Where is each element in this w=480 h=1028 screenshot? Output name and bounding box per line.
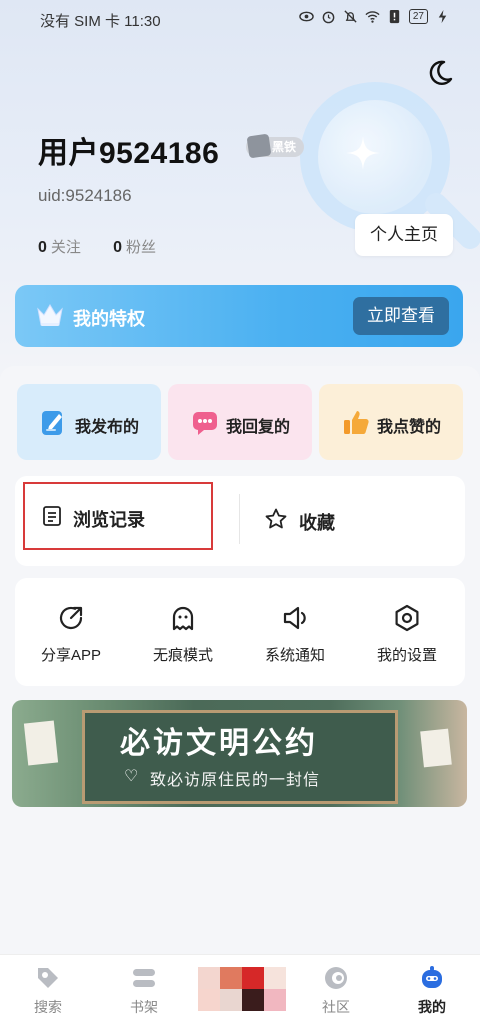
content-panel bbox=[0, 366, 480, 1027]
view-now-button[interactable]: 立即查看 bbox=[353, 297, 449, 335]
settings-icon bbox=[395, 604, 419, 632]
banner-title: 必访文明公约 bbox=[120, 727, 318, 760]
bookshelf-icon bbox=[133, 969, 155, 987]
privilege-card[interactable]: 我的特权 立即查看 bbox=[15, 285, 463, 347]
followers-label: 粉丝 bbox=[126, 239, 157, 256]
tools-card: 分享APP 无痕模式 系统通知 我的设置 bbox=[15, 578, 465, 686]
tab-mine-label: 我的 bbox=[418, 999, 446, 1015]
share-icon bbox=[59, 606, 83, 630]
charging-icon bbox=[438, 9, 447, 24]
tab-bookshelf[interactable]: 书架 bbox=[104, 965, 184, 1017]
my-likes-label: 我点赞的 bbox=[377, 419, 442, 436]
banner-subtitle: 致必访原住民的一封信 bbox=[150, 772, 321, 789]
edit-icon bbox=[42, 411, 62, 435]
status-bar: 没有 SIM 卡 11:30 27 bbox=[0, 0, 480, 38]
wifi-icon bbox=[365, 11, 380, 23]
document-icon bbox=[43, 506, 61, 526]
share-app-button[interactable]: 分享APP bbox=[15, 604, 127, 665]
user-id: uid:9524186 bbox=[38, 186, 132, 205]
my-replies-label: 我回复的 bbox=[226, 419, 291, 436]
tab-mine[interactable]: 我的 bbox=[392, 965, 472, 1017]
comment-icon bbox=[193, 412, 217, 435]
profile-robot-icon bbox=[422, 966, 442, 988]
following-stat[interactable]: 0 关注 bbox=[38, 239, 81, 256]
system-notifications-label: 系统通知 bbox=[264, 647, 325, 664]
my-posts-button[interactable]: 我发布的 bbox=[17, 384, 161, 460]
bottom-tab-bar: 搜索 书架 社区 我的 bbox=[0, 954, 480, 1028]
followers-count: 0 bbox=[113, 239, 122, 256]
alarm-icon bbox=[322, 11, 335, 24]
history-favorites-card: 浏览记录 收藏 bbox=[15, 476, 465, 566]
battery-indicator: 27 bbox=[408, 9, 428, 24]
mute-icon bbox=[344, 10, 357, 23]
sim-warning-icon bbox=[389, 9, 400, 24]
my-settings-button[interactable]: 我的设置 bbox=[351, 604, 463, 665]
heart-doodle-icon: ♡ bbox=[124, 768, 139, 785]
following-label: 关注 bbox=[50, 239, 81, 256]
tab-search[interactable]: 搜索 bbox=[8, 965, 88, 1017]
level-badge: 黑铁 bbox=[246, 133, 305, 159]
banner-paper-decoration bbox=[420, 728, 452, 768]
level-badge-label: 黑铁 bbox=[272, 140, 297, 154]
my-posts-label: 我发布的 bbox=[75, 419, 140, 436]
banner-paper-decoration bbox=[23, 720, 59, 766]
status-icons: 27 bbox=[299, 9, 450, 24]
username: 用户9524186 bbox=[38, 137, 220, 170]
my-settings-label: 我的设置 bbox=[376, 647, 437, 664]
share-app-label: 分享APP bbox=[40, 647, 101, 664]
tab-search-label: 搜索 bbox=[34, 999, 62, 1015]
level-badge-icon bbox=[246, 133, 272, 159]
privilege-title: 我的特权 bbox=[73, 309, 145, 329]
moon-icon[interactable] bbox=[425, 58, 455, 88]
star-icon bbox=[265, 508, 287, 529]
civility-convention-banner[interactable]: 必访文明公约 ♡ 致必访原住民的一封信 bbox=[12, 700, 467, 807]
incognito-mode-label: 无痕模式 bbox=[152, 647, 213, 664]
search-tag-icon bbox=[38, 968, 58, 988]
personal-homepage-button[interactable]: 个人主页 bbox=[355, 214, 453, 256]
browse-history-button[interactable]: 浏览记录 bbox=[23, 482, 213, 550]
browse-history-label: 浏览记录 bbox=[73, 510, 145, 530]
speaker-icon bbox=[283, 606, 306, 630]
sparkle-icon bbox=[346, 136, 380, 170]
community-icon bbox=[325, 967, 347, 989]
crown-icon bbox=[37, 304, 63, 326]
tab-community-label: 社区 bbox=[322, 999, 350, 1015]
status-carrier-time: 没有 SIM 卡 11:30 bbox=[40, 13, 161, 30]
followers-stat[interactable]: 0 粉丝 bbox=[113, 239, 156, 256]
ghost-icon bbox=[172, 606, 194, 631]
tab-community[interactable]: 社区 bbox=[296, 965, 376, 1017]
my-replies-button[interactable]: 我回复的 bbox=[168, 384, 312, 460]
system-notifications-button[interactable]: 系统通知 bbox=[239, 604, 351, 665]
tab-bookshelf-label: 书架 bbox=[130, 999, 158, 1015]
pixelated-center-button[interactable] bbox=[198, 967, 286, 1011]
following-count: 0 bbox=[38, 239, 47, 256]
incognito-mode-button[interactable]: 无痕模式 bbox=[127, 604, 239, 665]
thumbs-up-icon bbox=[344, 411, 369, 434]
my-likes-button[interactable]: 我点赞的 bbox=[319, 384, 463, 460]
favorites-label: 收藏 bbox=[299, 513, 335, 533]
card-divider bbox=[239, 494, 240, 544]
follow-stats: 0 关注 0 粉丝 bbox=[38, 236, 156, 257]
eye-icon bbox=[299, 11, 314, 22]
